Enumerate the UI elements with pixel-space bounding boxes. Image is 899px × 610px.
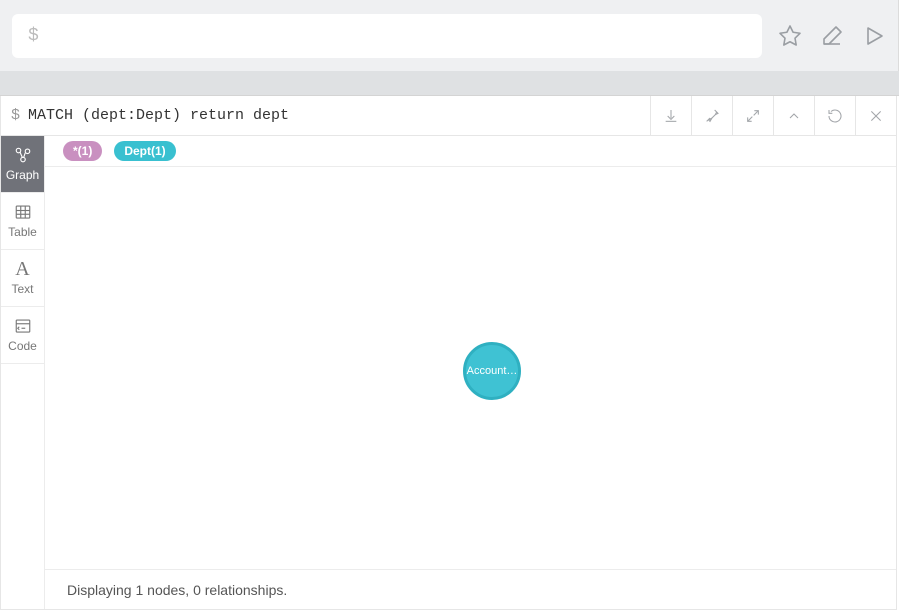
command-bar [0,0,899,71]
pin-button[interactable] [691,96,732,135]
tab-text-label: Text [11,282,33,296]
text-icon: A [14,260,32,278]
collapse-button[interactable] [773,96,814,135]
graph-node-dept[interactable]: Account… [463,342,521,400]
graph-node-label: Account… [467,365,518,377]
expand-button[interactable] [732,96,773,135]
refresh-icon [827,108,843,124]
command-bar-actions [762,24,886,48]
tab-code[interactable]: Code [1,307,44,364]
tab-graph-label: Graph [6,168,39,182]
graph-canvas[interactable]: Account… [45,167,896,569]
erase-icon[interactable] [820,24,844,48]
tab-table-label: Table [8,225,37,239]
download-button[interactable] [650,96,691,135]
download-icon [663,108,679,124]
query-input[interactable] [12,14,762,58]
tab-text[interactable]: A Text [1,250,44,307]
chip-all[interactable]: *(1) [63,141,102,161]
favorite-icon[interactable] [778,24,802,48]
executed-query-text: MATCH (dept:Dept) return dept [28,107,289,124]
expand-icon [745,108,761,124]
run-icon[interactable] [862,24,886,48]
executed-query-bar: $ MATCH (dept:Dept) return dept [1,96,896,136]
table-icon [14,203,32,221]
result-frame: $ MATCH (dept:Dept) return dept [0,96,897,610]
label-chip-row: *(1) Dept(1) [45,136,896,167]
chevron-up-icon [786,108,802,124]
result-body: Graph Table A Text Code *(1) Dept(1) [1,136,896,609]
status-text: Displaying 1 nodes, 0 relationships. [67,582,287,598]
result-toolbar [650,96,896,135]
tab-graph[interactable]: Graph [1,136,44,193]
code-icon [14,317,32,335]
prompt-symbol: $ [11,107,20,124]
view-tabs: Graph Table A Text Code [1,136,45,609]
graph-icon [14,146,32,164]
tab-table[interactable]: Table [1,193,44,250]
pin-icon [704,108,720,124]
canvas-area: *(1) Dept(1) Account… Displaying 1 nodes… [45,136,896,609]
status-bar: Displaying 1 nodes, 0 relationships. [45,569,896,609]
close-button[interactable] [855,96,896,135]
chip-dept[interactable]: Dept(1) [114,141,175,161]
divider-strip [0,71,899,96]
rerun-button[interactable] [814,96,855,135]
close-icon [868,108,884,124]
tab-code-label: Code [8,339,37,353]
